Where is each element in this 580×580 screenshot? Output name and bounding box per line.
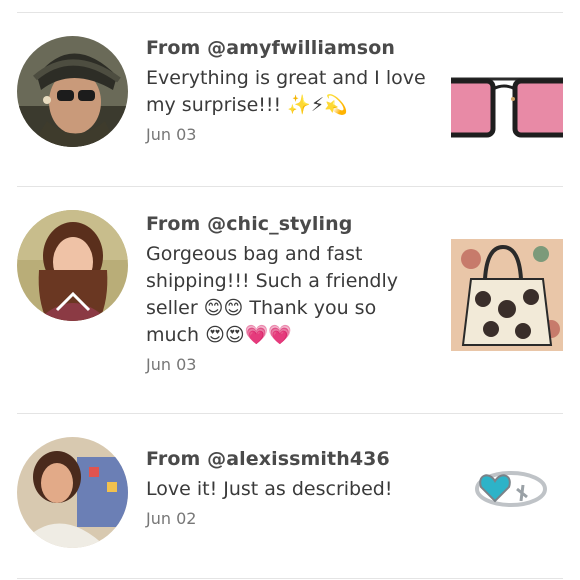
review-comment: Love it! Just as described! — [146, 478, 393, 500]
review-username[interactable]: From @chic_styling — [146, 212, 431, 236]
avatar[interactable] — [17, 36, 128, 147]
divider — [17, 413, 563, 414]
divider — [17, 12, 563, 13]
divider — [17, 186, 563, 187]
review-date: Jun 02 — [146, 509, 197, 528]
avatar[interactable] — [17, 437, 128, 548]
divider — [17, 578, 563, 579]
review-username[interactable]: From @amyfwilliamson — [146, 36, 431, 60]
review-username[interactable]: From @alexissmith436 — [146, 447, 431, 471]
review-comment: Gorgeous bag and fast shipping!!! Such a… — [146, 243, 399, 346]
pink-sunglasses-image[interactable] — [451, 39, 563, 151]
review-date: Jun 03 — [146, 125, 197, 144]
review-date: Jun 03 — [146, 355, 197, 374]
review-comment: Everything is great and I love my surpri… — [146, 67, 426, 116]
reviews-list: From @amyfwilliamson Everything is great… — [0, 0, 580, 580]
floral-tote-bag-image[interactable] — [451, 239, 563, 351]
avatar[interactable] — [17, 210, 128, 321]
heart-ring-image[interactable] — [451, 437, 563, 549]
